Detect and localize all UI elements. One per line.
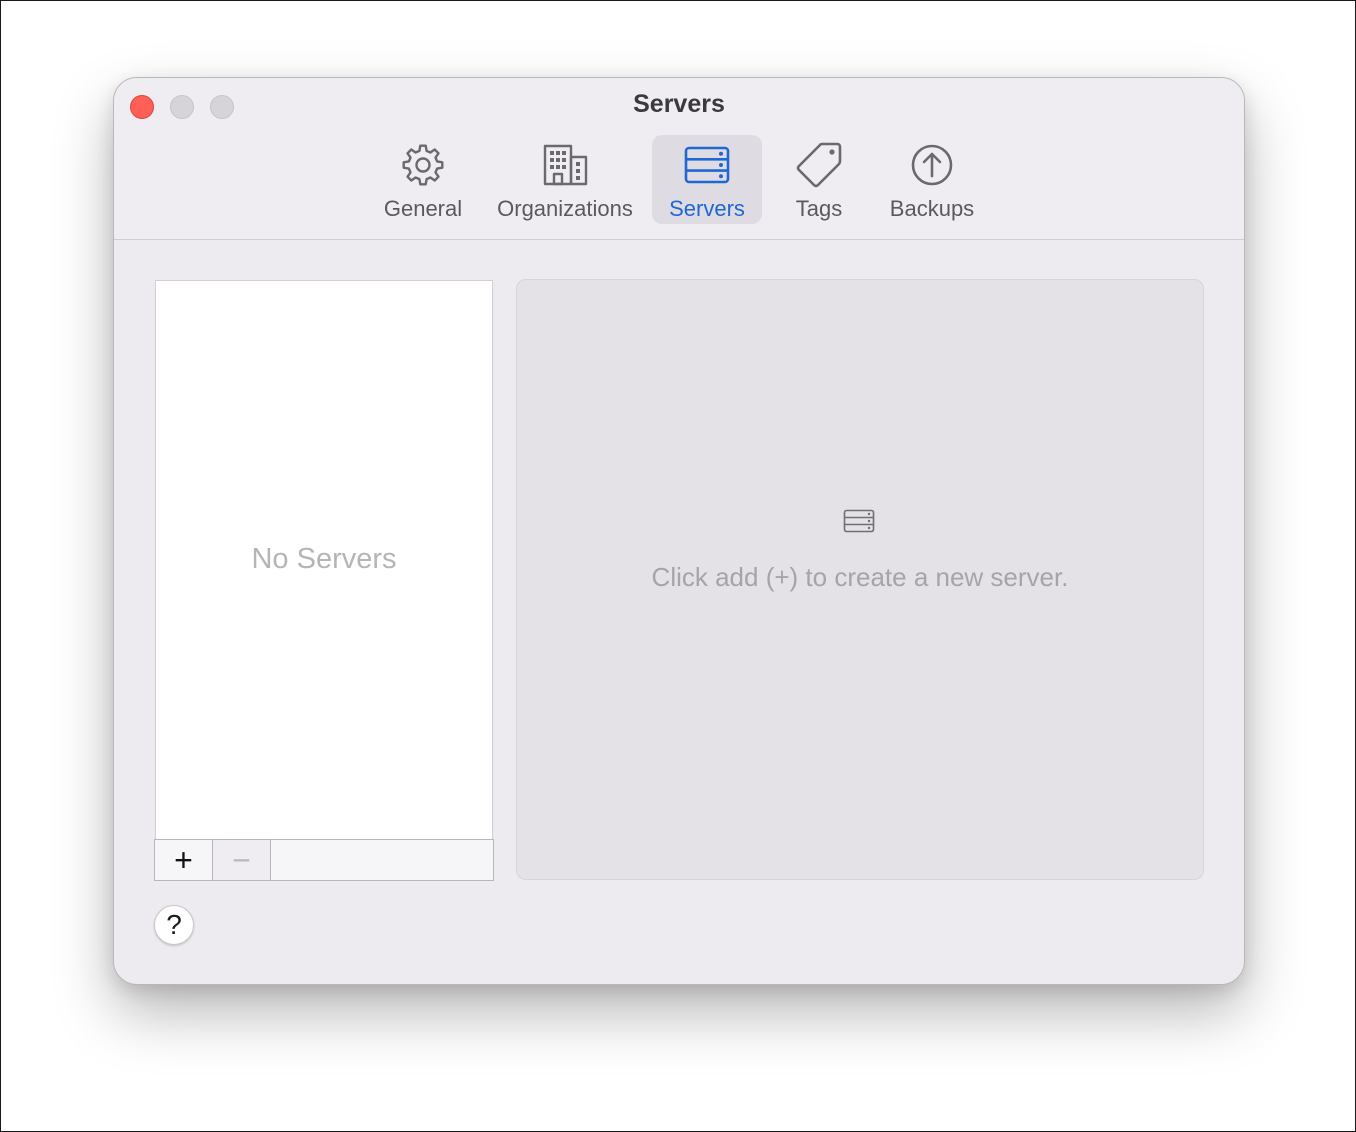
server-detail-panel: Click add (+) to create a new server.: [516, 279, 1204, 880]
screenshot-frame: Servers General Organizations Servers Ta…: [0, 0, 1356, 1132]
preferences-window: Servers General Organizations Servers Ta…: [113, 77, 1245, 985]
tab-servers-label: Servers: [669, 196, 745, 221]
tab-backups-label: Backups: [889, 196, 975, 221]
window-title: Servers: [633, 90, 725, 118]
arrow-up-circle-icon: [908, 143, 956, 187]
server-rack-icon: [843, 509, 875, 533]
window-titlebar: Servers General Organizations Servers Ta…: [114, 78, 1244, 240]
list-controls-spacer: [271, 840, 493, 880]
tab-organizations[interactable]: Organizations: [488, 135, 642, 224]
tab-general-label: General: [383, 196, 463, 221]
remove-server-button[interactable]: −: [213, 840, 271, 880]
tab-organizations-label: Organizations: [497, 196, 633, 221]
tag-icon: [795, 142, 843, 188]
help-button[interactable]: ?: [154, 905, 194, 945]
empty-list-message: No Servers: [251, 543, 397, 575]
building-icon: [541, 143, 589, 187]
tab-tags-label: Tags: [795, 196, 843, 221]
add-server-button[interactable]: +: [155, 840, 213, 880]
gear-icon: [399, 143, 447, 187]
empty-detail-hint: Click add (+) to create a new server.: [651, 562, 1069, 592]
tab-general[interactable]: General: [368, 135, 478, 224]
server-rack-icon: [683, 143, 731, 187]
list-controls-bar: + −: [154, 839, 494, 881]
tab-tags[interactable]: Tags: [774, 135, 864, 224]
server-list[interactable]: No Servers: [155, 280, 493, 880]
tab-servers[interactable]: Servers: [652, 135, 762, 224]
tab-backups[interactable]: Backups: [876, 135, 988, 224]
